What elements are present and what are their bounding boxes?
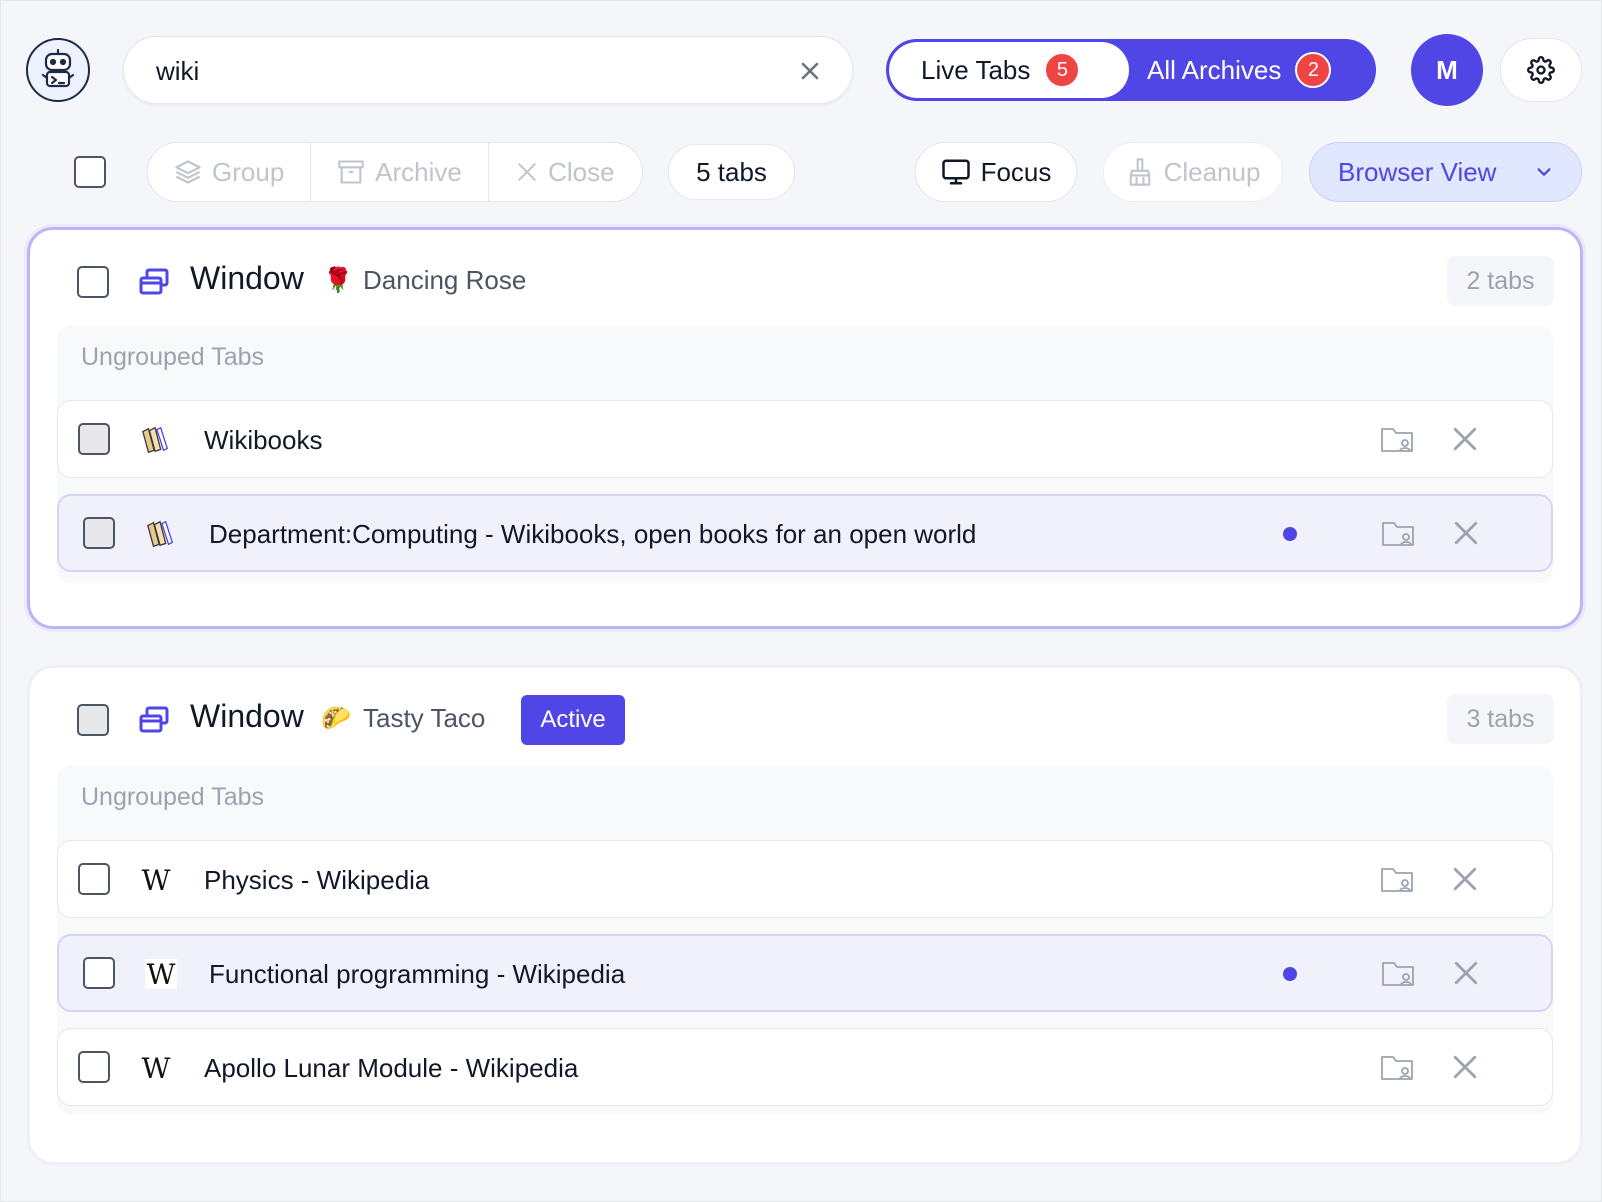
live-tabs-count-badge: 5 bbox=[1044, 52, 1081, 88]
window-card: Window 🌹 Dancing Rose 2 tabs Ungrouped T… bbox=[27, 227, 1583, 629]
window-card: Window 🌮 Tasty Taco Active 3 tabs Ungrou… bbox=[27, 665, 1583, 1165]
select-all-checkbox[interactable] bbox=[74, 156, 106, 188]
monitor-icon bbox=[941, 159, 970, 185]
wikipedia-icon: W bbox=[145, 957, 177, 991]
clear-search-icon[interactable] bbox=[796, 57, 824, 85]
window-tab-count: 3 tabs bbox=[1447, 694, 1554, 744]
view-mode-toggle: Live Tabs 5 All Archives 2 bbox=[886, 39, 1376, 101]
gear-icon bbox=[1527, 56, 1555, 84]
tab-count-badge: 5 tabs bbox=[668, 144, 795, 200]
focus-button[interactable]: Focus bbox=[915, 142, 1077, 202]
close-button[interactable]: Close bbox=[487, 143, 642, 201]
archives-count-badge: 2 bbox=[1295, 52, 1332, 88]
window-select-checkbox[interactable] bbox=[77, 266, 109, 298]
tab-live-tabs[interactable]: Live Tabs 5 bbox=[889, 42, 1129, 98]
group-label: Ungrouped Tabs bbox=[81, 783, 265, 811]
window-title: Window bbox=[190, 698, 304, 734]
move-to-folder-icon[interactable] bbox=[1380, 1051, 1414, 1083]
active-window-badge: Active bbox=[521, 695, 625, 745]
window-header: Window 🌮 Tasty Taco Active 3 tabs bbox=[30, 668, 1580, 768]
window-title: Window bbox=[190, 260, 304, 296]
window-header: Window 🌹 Dancing Rose 2 tabs bbox=[30, 230, 1580, 330]
rose-emoji: 🌹 bbox=[323, 267, 353, 294]
tab-title: Physics - Wikipedia bbox=[204, 865, 430, 895]
tab-title: Department:Computing - Wikibooks, open b… bbox=[209, 519, 977, 549]
focus-label: Focus bbox=[980, 156, 1052, 187]
close-tab-icon[interactable] bbox=[1451, 1053, 1479, 1081]
group-label: Group bbox=[212, 156, 285, 187]
search-box bbox=[123, 36, 853, 104]
window-tab-count: 2 tabs bbox=[1447, 256, 1554, 306]
archive-label: Archive bbox=[375, 156, 462, 187]
taco-emoji: 🌮 bbox=[321, 705, 351, 732]
group-button[interactable]: Group bbox=[148, 143, 310, 201]
close-icon bbox=[518, 163, 536, 181]
bulk-toolbar: Group Archive Close 5 tabs Focus Cleanup… bbox=[1, 141, 1602, 205]
browser-view-dropdown[interactable]: Browser View bbox=[1309, 142, 1582, 202]
robot-logo-icon bbox=[26, 38, 90, 102]
move-to-folder-icon[interactable] bbox=[1380, 423, 1414, 455]
archive-button[interactable]: Archive bbox=[310, 143, 487, 201]
active-tab-indicator bbox=[1283, 967, 1297, 981]
tab-group: Ungrouped Tabs Wikibooks Department:Comp… bbox=[57, 325, 1553, 583]
tab-row[interactable]: W Functional programming - Wikipedia bbox=[57, 934, 1553, 1012]
chevron-down-icon bbox=[1537, 168, 1551, 176]
app-window: Live Tabs 5 All Archives 2 M Group bbox=[0, 0, 1602, 1202]
tab-checkbox[interactable] bbox=[83, 517, 115, 549]
all-archives-label: All Archives bbox=[1147, 54, 1282, 85]
close-tab-icon[interactable] bbox=[1452, 519, 1480, 547]
tab-checkbox[interactable] bbox=[78, 1051, 110, 1083]
tab-title: Functional programming - Wikipedia bbox=[209, 959, 626, 989]
window-select-checkbox[interactable] bbox=[77, 704, 109, 736]
tab-row[interactable]: W Apollo Lunar Module - Wikipedia bbox=[57, 1028, 1553, 1106]
tab-checkbox[interactable] bbox=[78, 863, 110, 895]
cleanup-label: Cleanup bbox=[1163, 156, 1261, 187]
settings-button[interactable] bbox=[1500, 38, 1582, 102]
bulk-actions: Group Archive Close bbox=[147, 142, 643, 202]
broom-icon bbox=[1129, 158, 1150, 186]
wikibooks-icon bbox=[145, 519, 177, 549]
close-label: Close bbox=[548, 156, 615, 187]
archive-icon bbox=[338, 160, 364, 184]
header: Live Tabs 5 All Archives 2 M bbox=[1, 1, 1602, 141]
window-name: Tasty Taco bbox=[363, 703, 486, 733]
cleanup-button[interactable]: Cleanup bbox=[1103, 142, 1283, 202]
tab-checkbox[interactable] bbox=[83, 957, 115, 989]
wikibooks-icon bbox=[140, 425, 172, 455]
close-tab-icon[interactable] bbox=[1451, 425, 1479, 453]
close-tab-icon[interactable] bbox=[1451, 865, 1479, 893]
tab-group: Ungrouped Tabs W Physics - Wikipedia W F… bbox=[57, 765, 1553, 1115]
tab-title: Wikibooks bbox=[204, 425, 323, 455]
tab-row[interactable]: Department:Computing - Wikibooks, open b… bbox=[57, 494, 1553, 572]
tab-row[interactable]: W Physics - Wikipedia bbox=[57, 840, 1553, 918]
group-label: Ungrouped Tabs bbox=[81, 343, 265, 371]
tab-all-archives[interactable]: All Archives 2 bbox=[1129, 42, 1373, 98]
active-tab-indicator bbox=[1283, 527, 1297, 541]
tab-checkbox[interactable] bbox=[78, 423, 110, 455]
layers-icon bbox=[175, 160, 201, 184]
window-name: Dancing Rose bbox=[363, 265, 527, 295]
tab-row[interactable]: Wikibooks bbox=[57, 400, 1553, 478]
move-to-folder-icon[interactable] bbox=[1380, 863, 1414, 895]
search-input[interactable] bbox=[156, 51, 756, 91]
window-icon bbox=[139, 706, 169, 733]
view-label: Browser View bbox=[1338, 156, 1497, 187]
tab-title: Apollo Lunar Module - Wikipedia bbox=[204, 1053, 579, 1083]
close-tab-icon[interactable] bbox=[1452, 959, 1480, 987]
window-icon bbox=[139, 268, 169, 295]
wikipedia-icon: W bbox=[141, 863, 171, 897]
live-tabs-label: Live Tabs bbox=[921, 54, 1031, 85]
user-avatar[interactable]: M bbox=[1411, 34, 1483, 106]
move-to-folder-icon[interactable] bbox=[1381, 957, 1415, 989]
wikipedia-icon: W bbox=[141, 1051, 171, 1085]
move-to-folder-icon[interactable] bbox=[1381, 517, 1415, 549]
